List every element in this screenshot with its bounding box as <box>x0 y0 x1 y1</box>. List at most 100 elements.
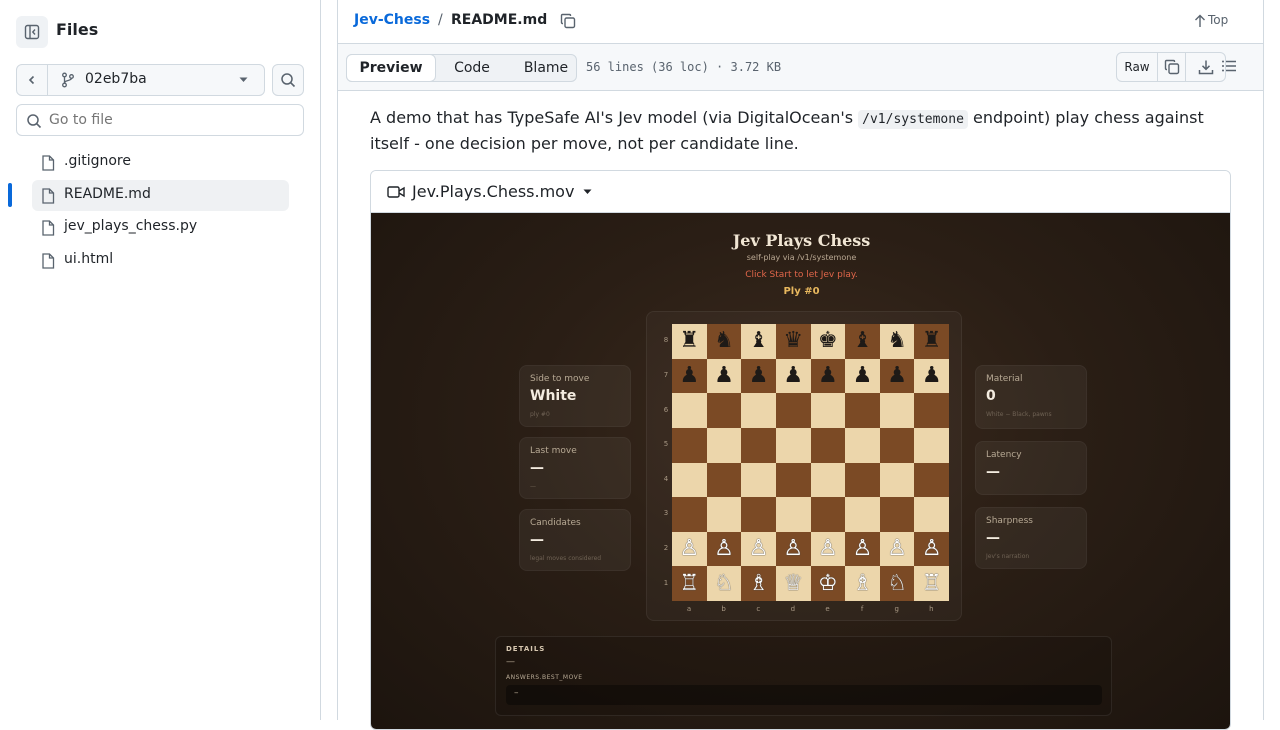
board-square-d1[interactable]: ♕ <box>775 566 811 601</box>
chess-piece: ♟ <box>852 362 873 388</box>
go-to-file-field[interactable] <box>16 104 304 136</box>
breadcrumb-repo-link[interactable]: Jev-Chess <box>354 12 430 28</box>
board-square-d7[interactable]: ♟ <box>775 358 811 394</box>
board-square-a2[interactable]: ♙ <box>672 531 707 567</box>
file-label: e <box>825 605 830 613</box>
board-square-e6[interactable] <box>810 393 846 428</box>
board-square-c6[interactable] <box>741 393 776 428</box>
board-square-d5[interactable] <box>775 427 811 463</box>
tab-preview[interactable]: Preview <box>346 54 436 82</box>
board-square-a1[interactable]: ♖ <box>672 566 707 601</box>
board-square-b2[interactable]: ♙ <box>706 531 742 567</box>
board-square-f4[interactable] <box>845 462 880 498</box>
board-square-h2[interactable]: ♙ <box>914 531 949 567</box>
board-square-g4[interactable] <box>879 462 915 498</box>
chess-piece: ♖ <box>921 570 942 596</box>
board-square-a7[interactable]: ♟ <box>672 358 707 394</box>
board-square-c7[interactable]: ♟ <box>741 358 776 394</box>
board-square-f7[interactable]: ♟ <box>845 358 880 394</box>
board-square-g5[interactable] <box>879 427 915 463</box>
board-square-e4[interactable] <box>810 462 846 498</box>
board-square-g1[interactable]: ♘ <box>879 566 915 601</box>
back-button[interactable] <box>17 65 48 95</box>
board-square-f1[interactable]: ♗ <box>845 566 880 601</box>
view-mode-tabs: Preview Code Blame <box>346 54 577 82</box>
card-label: Side to move <box>530 374 590 384</box>
board-square-a8[interactable]: ♜ <box>672 324 707 359</box>
board-square-c1[interactable]: ♗ <box>741 566 776 601</box>
board-square-d6[interactable] <box>775 393 811 428</box>
board-square-c8[interactable]: ♝ <box>741 324 776 359</box>
collapse-sidebar-button[interactable] <box>16 16 48 48</box>
board-square-g6[interactable] <box>879 393 915 428</box>
board-square-c3[interactable] <box>741 497 776 532</box>
best-move-field: – <box>506 685 1102 705</box>
board-square-e5[interactable] <box>810 427 846 463</box>
intro-text: A demo that has TypeSafe AI's Jev model … <box>370 108 859 127</box>
board-square-b1[interactable]: ♘ <box>706 566 742 601</box>
board-square-b8[interactable]: ♞ <box>706 324 742 359</box>
stat-card-last-move: Last move — — <box>519 437 631 499</box>
board-square-a3[interactable] <box>672 497 707 532</box>
board-square-d4[interactable] <box>775 462 811 498</box>
board-square-d3[interactable] <box>775 497 811 532</box>
board-square-h6[interactable] <box>914 393 949 428</box>
file-tree-item[interactable]: .gitignore <box>32 147 289 178</box>
file-tree-item[interactable]: jev_plays_chess.py <box>32 212 289 243</box>
board-square-d8[interactable]: ♛ <box>775 324 811 359</box>
video-frame[interactable]: Jev Plays Chess self-play via /v1/system… <box>371 213 1230 729</box>
board-square-b6[interactable] <box>706 393 742 428</box>
board-square-c4[interactable] <box>741 462 776 498</box>
copy-path-icon[interactable] <box>560 13 576 29</box>
board-square-h4[interactable] <box>914 462 949 498</box>
board-square-f8[interactable]: ♝ <box>845 324 880 359</box>
back-to-top-link[interactable]: Top <box>1208 13 1228 27</box>
board-square-f6[interactable] <box>845 393 880 428</box>
file-tree-item-selected[interactable]: README.md <box>32 180 289 211</box>
board-square-h3[interactable] <box>914 497 949 532</box>
board-square-h1[interactable]: ♖ <box>914 566 949 601</box>
download-button[interactable] <box>1186 53 1226 81</box>
board-square-b4[interactable] <box>706 462 742 498</box>
board-square-h7[interactable]: ♟ <box>914 358 949 394</box>
board-square-h5[interactable] <box>914 427 949 463</box>
file-tree-item[interactable]: ui.html <box>32 245 289 276</box>
board-square-b5[interactable] <box>706 427 742 463</box>
board-square-c5[interactable] <box>741 427 776 463</box>
chess-board[interactable]: ♜ ♞ ♝ ♛ ♚ ♝ ♞ ♜ ♟ ♟ ♟ ♟ ♟ ♟ ♟ ♟ ♙ ♙ ♙ ♙ ♙ ♙ ♙ ♙ ♖ ♘ ♗ ♕ ♔ ♗ ♘ ♖ <box>672 324 949 601</box>
tab-code[interactable]: Code <box>441 54 503 82</box>
board-square-f3[interactable] <box>845 497 880 532</box>
board-square-a5[interactable] <box>672 427 707 463</box>
board-square-e7[interactable]: ♟ <box>810 358 846 394</box>
breadcrumb-file-name: README.md <box>451 12 548 28</box>
board-square-a4[interactable] <box>672 462 707 498</box>
git-branch-icon <box>62 72 74 88</box>
board-square-b7[interactable]: ♟ <box>706 358 742 394</box>
search-button[interactable] <box>272 64 304 96</box>
board-square-c2[interactable]: ♙ <box>741 531 776 567</box>
raw-button[interactable]: Raw <box>1117 53 1158 81</box>
branch-selector[interactable]: 02eb7ba <box>16 64 265 96</box>
board-square-g3[interactable] <box>879 497 915 532</box>
board-square-g2[interactable]: ♙ <box>879 531 915 567</box>
go-to-file-input[interactable] <box>49 110 289 130</box>
board-square-h8[interactable]: ♜ <box>914 324 949 359</box>
board-square-e1[interactable]: ♔ <box>810 566 846 601</box>
board-square-b3[interactable] <box>706 497 742 532</box>
board-square-a6[interactable] <box>672 393 707 428</box>
copy-raw-button[interactable] <box>1158 53 1186 81</box>
chess-piece: ♙ <box>714 536 734 562</box>
tab-blame[interactable]: Blame <box>511 54 581 82</box>
board-square-g7[interactable]: ♟ <box>879 358 915 394</box>
board-square-e8[interactable]: ♚ <box>810 324 846 359</box>
board-square-f5[interactable] <box>845 427 880 463</box>
board-square-e2[interactable]: ♙ <box>810 531 846 567</box>
board-square-e3[interactable] <box>810 497 846 532</box>
board-square-g8[interactable]: ♞ <box>879 324 915 359</box>
video-header[interactable]: Jev.Plays.Chess.mov <box>371 171 1230 213</box>
outline-list-icon[interactable] <box>1221 58 1237 74</box>
board-square-f2[interactable]: ♙ <box>845 531 880 567</box>
details-panel: DETAILS — ANSWERS.BEST_MOVE – <box>495 636 1112 716</box>
chess-piece: ♟ <box>783 362 804 388</box>
board-square-d2[interactable]: ♙ <box>775 531 811 567</box>
